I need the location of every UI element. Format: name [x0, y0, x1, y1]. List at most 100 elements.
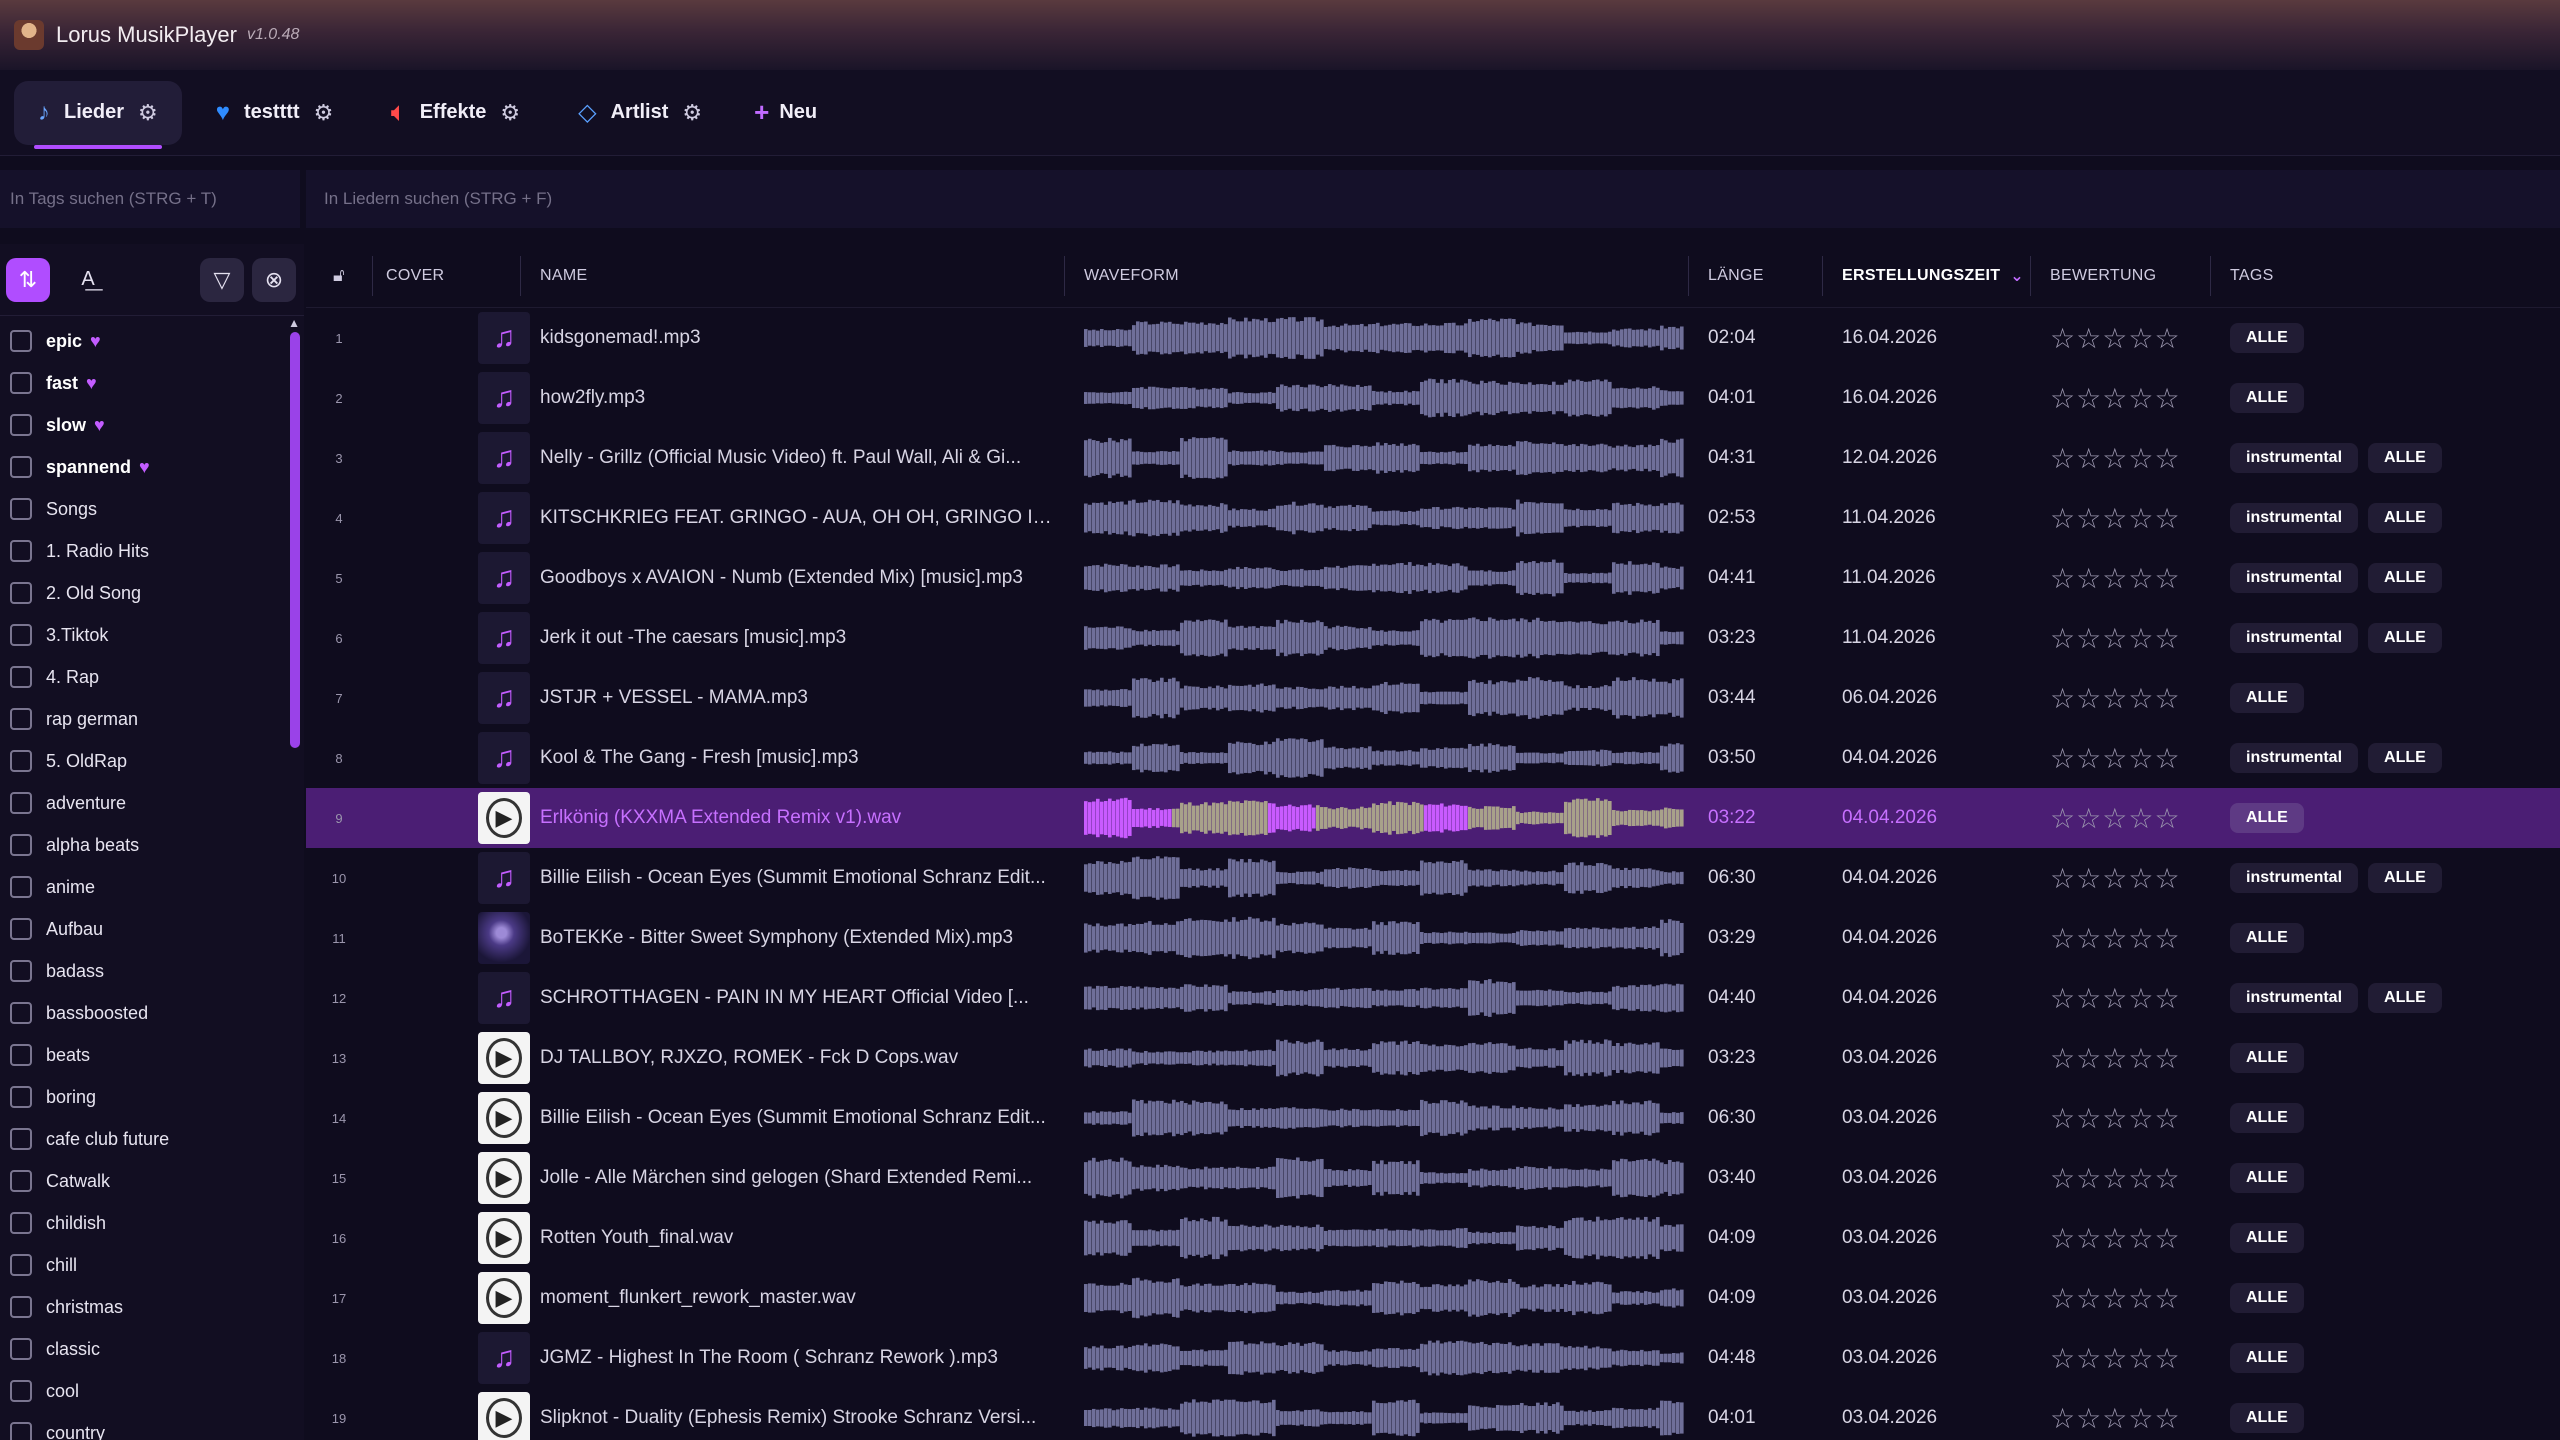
- tag-checkbox[interactable]: [10, 1086, 32, 1108]
- tab-testttt[interactable]: ♥ testttt ⚙: [192, 81, 358, 145]
- waveform-cell[interactable]: [1064, 1036, 1688, 1080]
- star-icon[interactable]: ☆: [2076, 863, 2102, 894]
- star-icon[interactable]: ☆: [2154, 623, 2180, 654]
- star-icon[interactable]: ☆: [2050, 503, 2076, 534]
- music-note-icon[interactable]: ♫: [478, 612, 530, 664]
- star-icon[interactable]: ☆: [2102, 683, 2128, 714]
- tag-chip[interactable]: ALLE: [2230, 1343, 2304, 1373]
- tag-item[interactable]: cool: [0, 1370, 304, 1412]
- tag-item[interactable]: 1. Radio Hits: [0, 530, 304, 572]
- waveform-graphic[interactable]: [1084, 1216, 1684, 1260]
- star-icon[interactable]: ☆: [2128, 923, 2154, 954]
- tag-chip[interactable]: ALLE: [2230, 923, 2304, 953]
- song-name[interactable]: Jerk it out -The caesars [music].mp3: [520, 627, 1064, 649]
- star-icon[interactable]: ☆: [2154, 1103, 2180, 1134]
- waveform-cell[interactable]: [1064, 1216, 1688, 1260]
- rating-stars[interactable]: ☆☆☆☆☆: [2030, 1282, 2210, 1315]
- tag-checkbox[interactable]: [10, 372, 32, 394]
- table-row[interactable]: 15 ▶ Jolle - Alle Märchen sind gelogen (Sh…: [306, 1148, 2560, 1208]
- star-icon[interactable]: ☆: [2076, 743, 2102, 774]
- tag-checkbox[interactable]: [10, 876, 32, 898]
- song-name[interactable]: Slipknot - Duality (Ephesis Remix) Stroo…: [520, 1407, 1064, 1429]
- tag-item[interactable]: 3.Tiktok: [0, 614, 304, 656]
- table-row[interactable]: 11 BoTEKKe - Bitter Sweet Symphony (Exten…: [306, 908, 2560, 968]
- tag-chip[interactable]: ALLE: [2230, 1283, 2304, 1313]
- star-icon[interactable]: ☆: [2050, 1283, 2076, 1314]
- song-name[interactable]: kidsgonemad!.mp3: [520, 327, 1064, 349]
- table-row[interactable]: 7 ♫ JSTJR + VESSEL - MAMA.mp3 03:44 06.04.20…: [306, 668, 2560, 728]
- star-icon[interactable]: ☆: [2102, 803, 2128, 834]
- waveform-cell[interactable]: [1064, 436, 1688, 480]
- tag-chip[interactable]: ALLE: [2230, 1043, 2304, 1073]
- rating-stars[interactable]: ☆☆☆☆☆: [2030, 862, 2210, 895]
- rating-stars[interactable]: ☆☆☆☆☆: [2030, 1342, 2210, 1375]
- new-tab-button[interactable]: + Neu: [736, 97, 835, 128]
- star-icon[interactable]: ☆: [2128, 1163, 2154, 1194]
- waveform-cell[interactable]: [1064, 676, 1688, 720]
- song-name[interactable]: Goodboys x AVAION - Numb (Extended Mix) …: [520, 567, 1064, 589]
- music-note-icon[interactable]: ♫: [478, 672, 530, 724]
- tag-chip[interactable]: ALLE: [2230, 1103, 2304, 1133]
- tag-chip[interactable]: ALLE: [2368, 623, 2442, 653]
- tab-lieder[interactable]: ♪ Lieder ⚙: [14, 80, 182, 149]
- star-icon[interactable]: ☆: [2128, 1103, 2154, 1134]
- waveform-graphic[interactable]: [1084, 1396, 1684, 1440]
- star-icon[interactable]: ☆: [2076, 683, 2102, 714]
- table-row[interactable]: 3 ♫ Nelly - Grillz (Official Music Video) …: [306, 428, 2560, 488]
- tag-item[interactable]: 4. Rap: [0, 656, 304, 698]
- star-icon[interactable]: ☆: [2154, 383, 2180, 414]
- star-icon[interactable]: ☆: [2102, 863, 2128, 894]
- tag-item[interactable]: beats: [0, 1034, 304, 1076]
- table-row[interactable]: 9 ▶ Erlkönig (KXXMA Extended Remix v1).wav…: [306, 788, 2560, 848]
- waveform-graphic[interactable]: [1084, 496, 1684, 540]
- music-note-icon[interactable]: ♫: [478, 432, 530, 484]
- waveform-cell[interactable]: [1064, 376, 1688, 420]
- song-name[interactable]: DJ TALLBOY, RJXZO, ROMEK - Fck D Cops.wa…: [520, 1047, 1064, 1069]
- star-icon[interactable]: ☆: [2154, 923, 2180, 954]
- table-row[interactable]: 13 ▶ DJ TALLBOY, RJXZO, ROMEK - Fck D Cops…: [306, 1028, 2560, 1088]
- tag-checkbox[interactable]: [10, 834, 32, 856]
- star-icon[interactable]: ☆: [2128, 743, 2154, 774]
- tag-checkbox[interactable]: [10, 330, 32, 352]
- music-note-icon[interactable]: ♫: [478, 732, 530, 784]
- waveform-cell[interactable]: [1064, 796, 1688, 840]
- sort-alpha-button[interactable]: A͟: [66, 258, 110, 302]
- tag-chip[interactable]: instrumental: [2230, 863, 2359, 893]
- tag-checkbox[interactable]: [10, 414, 32, 436]
- star-icon[interactable]: ☆: [2154, 1223, 2180, 1254]
- song-name[interactable]: BoTEKKe - Bitter Sweet Symphony (Extende…: [520, 927, 1064, 949]
- tag-item[interactable]: rap german: [0, 698, 304, 740]
- rating-stars[interactable]: ☆☆☆☆☆: [2030, 562, 2210, 595]
- star-icon[interactable]: ☆: [2102, 323, 2128, 354]
- song-name[interactable]: Jolle - Alle Märchen sind gelogen (Shard…: [520, 1167, 1064, 1189]
- tag-item[interactable]: Songs: [0, 488, 304, 530]
- tag-item[interactable]: spannend ♥: [0, 446, 304, 488]
- star-icon[interactable]: ☆: [2050, 1403, 2076, 1434]
- tag-chip[interactable]: ALLE: [2230, 383, 2304, 413]
- tab-artlist[interactable]: ◇ Artlist ⚙: [554, 81, 726, 145]
- waveform-graphic[interactable]: [1084, 916, 1684, 960]
- tag-checkbox[interactable]: [10, 1380, 32, 1402]
- table-row[interactable]: 12 ♫ SCHROTTHAGEN - PAIN IN MY HEART Offic…: [306, 968, 2560, 1028]
- tag-item[interactable]: bassboosted: [0, 992, 304, 1034]
- tag-chip[interactable]: ALLE: [2368, 983, 2442, 1013]
- table-row[interactable]: 5 ♫ Goodboys x AVAION - Numb (Extended Mix…: [306, 548, 2560, 608]
- star-icon[interactable]: ☆: [2050, 1103, 2076, 1134]
- star-icon[interactable]: ☆: [2102, 1223, 2128, 1254]
- play-file-icon[interactable]: ▶: [478, 1212, 530, 1264]
- star-icon[interactable]: ☆: [2154, 743, 2180, 774]
- music-note-icon[interactable]: ♫: [478, 492, 530, 544]
- star-icon[interactable]: ☆: [2128, 383, 2154, 414]
- music-note-icon[interactable]: ♫: [478, 852, 530, 904]
- star-icon[interactable]: ☆: [2076, 923, 2102, 954]
- star-icon[interactable]: ☆: [2154, 563, 2180, 594]
- star-icon[interactable]: ☆: [2154, 1283, 2180, 1314]
- star-icon[interactable]: ☆: [2076, 1163, 2102, 1194]
- music-note-icon[interactable]: ♫: [478, 312, 530, 364]
- tag-checkbox[interactable]: [10, 1044, 32, 1066]
- tag-item[interactable]: badass: [0, 950, 304, 992]
- tag-item[interactable]: Catwalk: [0, 1160, 304, 1202]
- tag-checkbox[interactable]: [10, 1338, 32, 1360]
- waveform-cell[interactable]: [1064, 916, 1688, 960]
- waveform-cell[interactable]: [1064, 496, 1688, 540]
